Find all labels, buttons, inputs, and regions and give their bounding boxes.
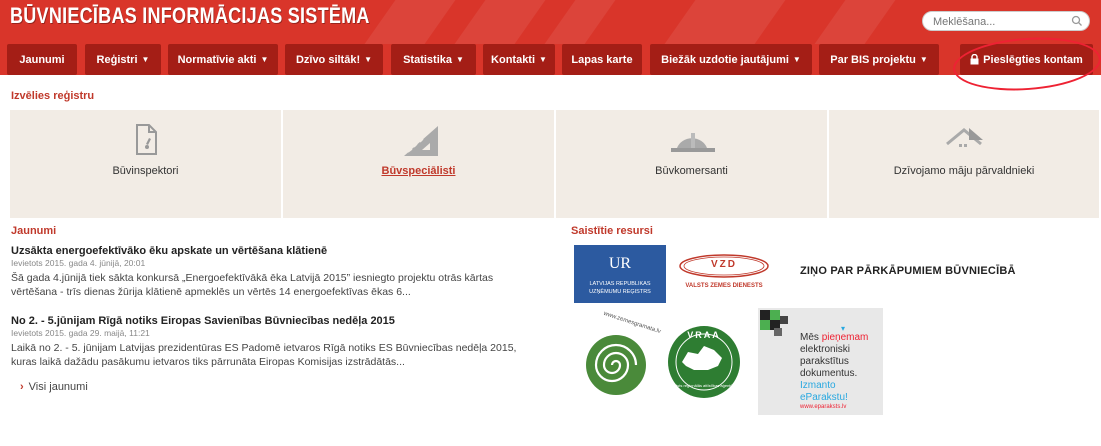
caret-down-icon: ▼ bbox=[539, 55, 547, 64]
nav-normativie-akti[interactable]: Normatīvie akti ▼ bbox=[168, 44, 278, 75]
nav-label: Jaunumi bbox=[19, 53, 65, 66]
report-violations-link[interactable]: ZIŅO PAR PĀRKĀPUMIEM BŪVNIECĪBĀ bbox=[800, 265, 1016, 277]
nav-biezak-uzdotie-jautajumi[interactable]: Biežāk uzdotie jautājumi ▼ bbox=[650, 44, 812, 75]
hard-hat-icon bbox=[670, 133, 715, 152]
search-input[interactable] bbox=[933, 14, 1063, 29]
document-pen-icon bbox=[135, 124, 157, 155]
news-item: Uzsākta energoefektīvāko ēku apskate un … bbox=[11, 245, 551, 299]
set-square-icon bbox=[403, 126, 438, 156]
news-title-link[interactable]: No 2. - 5.jūnijam Rīgā notiks Eiropas Sa… bbox=[11, 315, 551, 328]
tile-dzivojamo-maju-parvaldnieki[interactable]: Dzīvojamo māju pārvaldnieki bbox=[829, 110, 1101, 218]
ur-logo[interactable]: UR LATVIJAS REPUBLIKAS UZŅĒMUMU REĢISTRS bbox=[574, 245, 666, 303]
news-date: Ievietots 2015. gada 29. maijā, 11:21 bbox=[11, 328, 150, 338]
nav-label: Reģistri bbox=[96, 53, 138, 66]
nav-statistika[interactable]: Statistika ▼ bbox=[391, 44, 476, 75]
caret-down-icon: ▼ bbox=[456, 55, 464, 64]
caret-down-icon: ▼ bbox=[919, 55, 928, 64]
registry-section-title: Izvēlies reģistru bbox=[11, 90, 95, 102]
news-section-title: Jaunumi bbox=[11, 225, 57, 237]
nav-label: Par BIS projektu bbox=[830, 53, 916, 66]
eparaksts-banner[interactable]: ▾ Mēs pieņemam elektroniski parakstītus … bbox=[758, 308, 883, 415]
nav-registri[interactable]: Reģistri ▼ bbox=[85, 44, 161, 75]
nav-lapas-karte[interactable]: Lapas karte bbox=[562, 44, 642, 75]
tile-label: Dzīvojamo māju pārvaldnieki bbox=[893, 165, 1035, 177]
tile-buvspecialisti[interactable]: Būvspeciālisti bbox=[283, 110, 556, 218]
news-item: No 2. - 5.jūnijam Rīgā notiks Eiropas Sa… bbox=[11, 315, 551, 369]
resources-section-title: Saistītie resursi bbox=[571, 225, 653, 237]
nav-label: Statistika bbox=[403, 53, 452, 66]
eparaksts-url: www.eparaksts.lv bbox=[800, 404, 847, 410]
nav-label: Pieslēgties kontam bbox=[983, 53, 1083, 66]
nav-label: Kontakti bbox=[491, 53, 536, 66]
caret-down-icon: ▼ bbox=[260, 55, 269, 64]
news-title-link[interactable]: Uzsākta energoefektīvāko ēku apskate un … bbox=[11, 245, 551, 258]
search-icon[interactable] bbox=[1071, 15, 1083, 27]
nav-par-bis-projektu[interactable]: Par BIS projektu ▼ bbox=[819, 44, 939, 75]
nav-label: Normatīvie akti bbox=[177, 53, 257, 66]
nav-label: Biežāk uzdotie jautājumi bbox=[661, 53, 789, 66]
house-icon bbox=[946, 128, 983, 147]
main-nav: Jaunumi Reģistri ▼ Normatīvie akti ▼ Dzīvo… bbox=[0, 44, 1101, 75]
tile-buvinspektori[interactable]: Būvinspektori bbox=[10, 110, 283, 218]
caret-down-icon: ▼ bbox=[141, 55, 150, 64]
search-box[interactable] bbox=[922, 11, 1090, 31]
caret-down-icon: ▼ bbox=[792, 55, 801, 64]
vraa-logo[interactable]: VRAA Valsts reģionālās attīstības aģentū… bbox=[664, 320, 744, 405]
login-button[interactable]: Pieslēgties kontam bbox=[960, 44, 1093, 75]
tile-buvkomersanti[interactable]: Būvkomersanti bbox=[556, 110, 829, 218]
site-title[interactable]: BŪVNIECĪBAS INFORMĀCIJAS SISTĒMA bbox=[10, 3, 370, 29]
tile-label: Būvinspektori bbox=[112, 165, 179, 177]
eparaksts-pixel-icon bbox=[760, 310, 788, 336]
spiral-emblem bbox=[586, 335, 646, 395]
nav-dzivo-siltak[interactable]: Dzīvo siltāk! ▼ bbox=[285, 44, 383, 75]
lock-icon bbox=[970, 54, 979, 65]
news-excerpt: Šā gada 4.jūnijā tiek sākta konkursā „En… bbox=[11, 272, 494, 298]
all-news-label: Visi jaunumi bbox=[28, 381, 88, 393]
nav-label: Lapas karte bbox=[571, 53, 633, 66]
nav-label: Dzīvo siltāk! bbox=[295, 53, 361, 66]
zemesgramata-logo[interactable]: www.zemesgramata.lv bbox=[576, 311, 661, 405]
all-news-link[interactable]: › Visi jaunumi bbox=[20, 381, 88, 393]
news-excerpt: Laikā no 2. - 5. jūnijam Latvijas prezid… bbox=[11, 342, 517, 368]
vzd-logo[interactable]: VZD VALSTS ZEMES DIENESTS bbox=[674, 252, 774, 297]
eparaksts-text: Mēs pieņemam elektroniski parakstītus do… bbox=[800, 332, 869, 403]
tile-label: Būvspeciālisti bbox=[381, 165, 456, 177]
nav-kontakti[interactable]: Kontakti ▼ bbox=[483, 44, 555, 75]
nav-jaunumi[interactable]: Jaunumi bbox=[7, 44, 77, 75]
registry-tiles: Būvinspektori Būvspeciālisti Būvkomersan… bbox=[10, 110, 1101, 218]
news-date: Ievietots 2015. gada 4. jūnijā, 20:01 bbox=[11, 258, 146, 268]
tile-label: Būvkomersanti bbox=[655, 165, 728, 177]
chevron-right-icon: › bbox=[20, 381, 24, 393]
caret-down-icon: ▼ bbox=[364, 55, 373, 64]
